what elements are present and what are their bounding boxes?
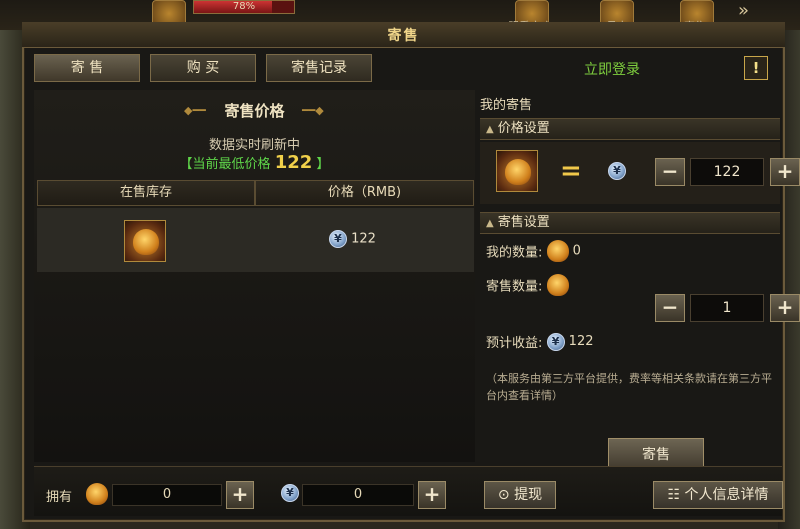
row-price: ¥ 122 (329, 230, 376, 248)
my-sale-panel: 我的寄售 ▲ 价格设置 = ¥ − 122 + ▲ 寄售设置 我的数量: 0 寄售 (478, 90, 800, 472)
price-settings-box: = ¥ − 122 + (480, 142, 800, 204)
lowest-price-value: 122 (274, 152, 313, 173)
my-sale-title: 我的寄售 (480, 98, 533, 113)
profile-icon: ☷ (667, 487, 681, 503)
coin-icon: ¥ (608, 162, 626, 180)
row-price-value: 122 (351, 231, 376, 247)
own-label: 拥有 (46, 490, 73, 505)
service-note: （本服务由第三方平台提供，费率等相关条款请在第三方平台内查看详情） (486, 372, 772, 402)
quantity-decrease-button[interactable]: − (655, 294, 685, 322)
sale-settings-label: 寄售设置 (497, 215, 550, 230)
price-section-title: 寄售价格 (224, 102, 285, 120)
triangle-icon: ▲ (486, 218, 494, 229)
refresh-status: 数据实时刷新中 (208, 138, 300, 153)
bag-add-button[interactable]: + (226, 481, 254, 509)
tab-bar: 寄 售 购 买 寄售记录 (34, 54, 372, 84)
window-title: 寄售 (387, 28, 420, 44)
lowest-price-prefix: 【当前最低价格 (179, 157, 271, 172)
bottom-bar: 拥有 0 + ¥ 0 + ⊙ 提现 ☷ 个人信息详情 (34, 466, 783, 516)
gold-bag-icon (546, 274, 569, 296)
triangle-icon: ▲ (486, 124, 494, 135)
sale-quantity-label: 寄售数量: (486, 279, 543, 295)
quantity-increase-button[interactable]: + (770, 294, 800, 322)
withdraw-label: 提现 (514, 487, 543, 503)
coin-icon: ¥ (281, 484, 299, 502)
price-input[interactable]: 122 (690, 158, 764, 186)
sale-settings-header: ▲ 寄售设置 (480, 212, 780, 234)
expected-income-value: 122 (568, 334, 594, 349)
login-link[interactable]: 立即登录 (584, 59, 640, 79)
sale-quantity-input[interactable]: 1 (690, 294, 764, 322)
column-price: 价格（RMB) (255, 180, 474, 206)
info-button[interactable]: ! (744, 56, 768, 80)
gold-bag-icon (124, 220, 166, 262)
my-quantity-row: 我的数量: 0 (486, 240, 581, 262)
price-increase-button[interactable]: + (770, 158, 800, 186)
table-row[interactable]: ¥ 122 (37, 208, 474, 272)
expand-arrows-icon[interactable]: » (738, 0, 749, 21)
equals-icon: = (560, 156, 582, 186)
price-settings-header: ▲ 价格设置 (480, 118, 780, 140)
table-header: 在售库存 价格（RMB) (37, 180, 474, 206)
window-title-bar: 寄售 (22, 22, 785, 48)
gold-bag-icon (86, 483, 108, 505)
profile-details-button[interactable]: ☷ 个人信息详情 (653, 481, 783, 509)
withdraw-icon: ⊙ (497, 487, 510, 503)
withdraw-button[interactable]: ⊙ 提现 (484, 481, 556, 509)
gold-bag-icon (496, 150, 538, 192)
gold-bag-icon (546, 240, 569, 262)
bag-balance: 0 (112, 484, 222, 506)
my-quantity-value: 0 (572, 243, 581, 259)
price-panel: ◆━━ 寄售价格 ━━◆ 数据实时刷新中 【当前最低价格 122 】 在售库存 … (34, 90, 475, 480)
ornament-right-icon: ━━◆ (302, 104, 324, 117)
profile-details-label: 个人信息详情 (684, 487, 769, 503)
hp-bar: 78% (193, 0, 295, 14)
column-stock: 在售库存 (37, 180, 255, 206)
sale-quantity-row: 寄售数量: (486, 274, 569, 296)
price-decrease-button[interactable]: − (655, 158, 685, 186)
lowest-price: 【当前最低价格 122 】 (34, 152, 475, 173)
consignment-window: 寄售 寄 售 购 买 寄售记录 立即登录 ! ◆━━ 寄售价格 ━━◆ 数据实时… (22, 22, 800, 522)
tab-consign[interactable]: 寄 售 (34, 54, 140, 82)
expected-income-row: 预计收益: ¥ 122 (486, 332, 594, 351)
coin-icon: ¥ (329, 230, 347, 248)
lowest-price-suffix: 】 (316, 157, 330, 172)
coin-balance: 0 (302, 484, 414, 506)
my-quantity-label: 我的数量: (486, 245, 543, 261)
coin-icon: ¥ (546, 332, 565, 351)
hp-percent: 78% (232, 1, 256, 12)
coin-add-button[interactable]: + (418, 481, 446, 509)
tab-records[interactable]: 寄售记录 (266, 54, 372, 82)
game-screen: 78% 盟重商店 月卡 寄售 » 寄售 寄 售 购 买 寄售记录 立即登录 ! … (0, 0, 800, 529)
price-settings-label: 价格设置 (497, 121, 550, 136)
expected-income-label: 预计收益: (486, 336, 543, 351)
tab-buy[interactable]: 购 买 (150, 54, 256, 82)
